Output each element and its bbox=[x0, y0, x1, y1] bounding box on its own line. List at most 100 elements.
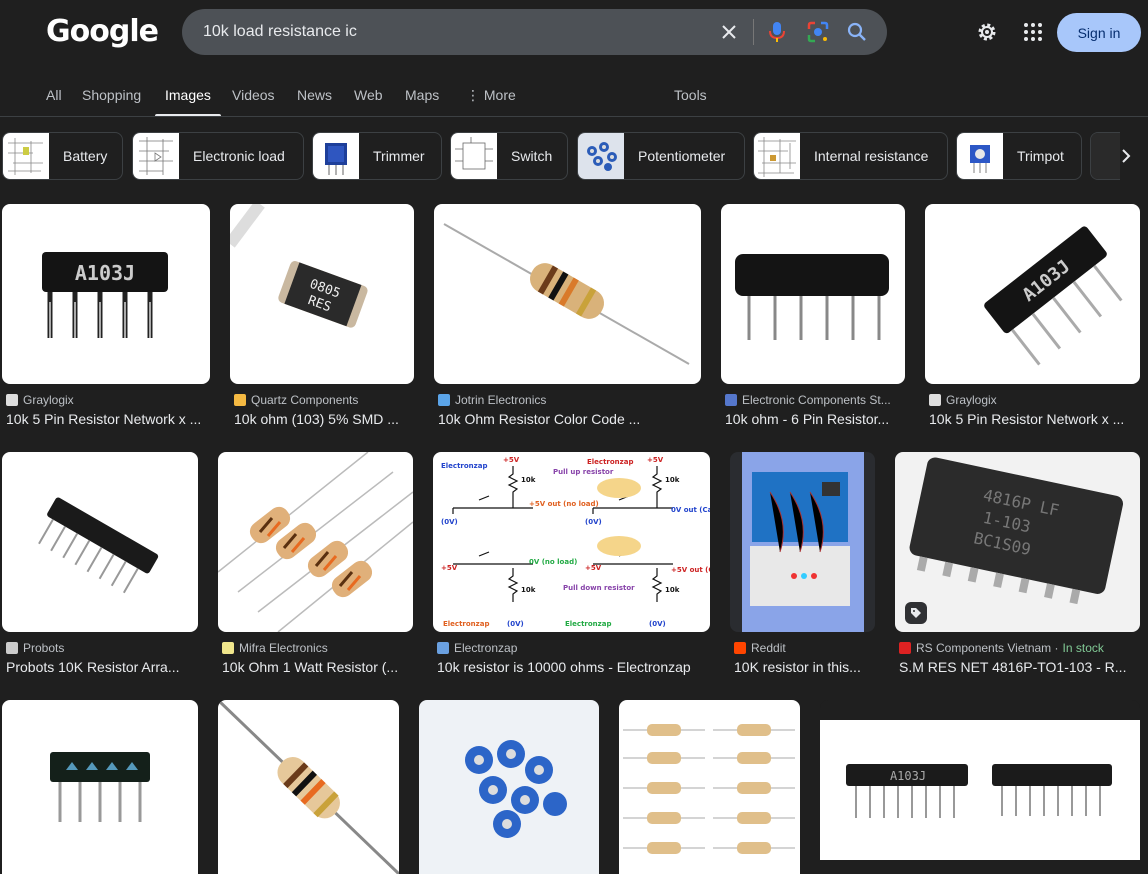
apps-grid-icon[interactable] bbox=[1021, 20, 1045, 44]
chip-potentiometer[interactable]: Potentiometer bbox=[577, 132, 745, 180]
chip-label: Trimmer bbox=[373, 148, 425, 164]
result-source[interactable]: Probots bbox=[6, 641, 198, 655]
circuit-brand-3: Electronzap bbox=[443, 620, 489, 628]
clear-icon[interactable] bbox=[717, 20, 741, 44]
source-favicon bbox=[929, 394, 941, 406]
tab-more[interactable]: ⋮ More bbox=[466, 87, 516, 117]
result-image[interactable]: 4816P LF 1-103 BC1S09 bbox=[895, 452, 1140, 632]
result-source[interactable]: Jotrin Electronics bbox=[438, 393, 701, 407]
result-image[interactable]: A103J bbox=[925, 204, 1140, 384]
result-title[interactable]: 10k 5 Pin Resistor Network x ... bbox=[6, 411, 210, 427]
tab-all[interactable]: All bbox=[46, 87, 62, 117]
source-name: Quartz Components bbox=[251, 393, 359, 407]
chip-label: Potentiometer bbox=[638, 148, 726, 164]
circuit-pullup: Pull up resistor bbox=[553, 468, 614, 476]
result-source[interactable]: Graylogix bbox=[6, 393, 210, 407]
result-image[interactable]: A103J bbox=[2, 204, 210, 384]
chip-switch[interactable]: Switch bbox=[450, 132, 568, 180]
search-box[interactable] bbox=[182, 9, 887, 55]
sip-marking: A103J bbox=[890, 769, 926, 783]
chip-label: Internal resistance bbox=[814, 148, 929, 164]
chip-label: Switch bbox=[511, 148, 553, 164]
result-source[interactable]: Electronzap bbox=[437, 641, 710, 655]
source-favicon bbox=[6, 642, 18, 654]
circuit-5v: +5V bbox=[647, 456, 664, 464]
circuit-5v: +5V bbox=[585, 564, 602, 572]
chip-thumbnail bbox=[133, 133, 179, 179]
chip-battery[interactable]: Battery bbox=[2, 132, 123, 180]
result-title[interactable]: 10k ohm (103) 5% SMD ... bbox=[234, 411, 414, 427]
google-logo[interactable]: Google bbox=[46, 14, 159, 49]
settings-gear-icon[interactable] bbox=[975, 20, 999, 44]
result-image[interactable] bbox=[619, 700, 800, 874]
search-icon[interactable] bbox=[845, 20, 869, 44]
result-title[interactable]: 10k resistor is 10000 ohms - Electronzap bbox=[437, 659, 710, 675]
chip-thumbnail bbox=[578, 133, 624, 179]
circuit-brand-4: Electronzap bbox=[565, 620, 611, 628]
result-image[interactable] bbox=[218, 452, 413, 632]
circuit-10k: 10k bbox=[521, 586, 536, 594]
in-stock-badge: In stock bbox=[1062, 641, 1104, 655]
result-image[interactable] bbox=[721, 204, 905, 384]
result-title[interactable]: Probots 10K Resistor Arra... bbox=[6, 659, 198, 675]
result-image[interactable] bbox=[218, 700, 399, 874]
tab-maps[interactable]: Maps bbox=[405, 87, 439, 117]
result-image[interactable] bbox=[2, 700, 198, 874]
circuit-10k: 10k bbox=[521, 476, 536, 484]
result-image[interactable] bbox=[730, 452, 875, 632]
tabs-divider bbox=[0, 116, 1148, 117]
tools-button[interactable]: Tools bbox=[674, 87, 707, 117]
tab-more-label: More bbox=[483, 87, 516, 103]
result-title[interactable]: S.M RES NET 4816P-TO1-103 - R... bbox=[899, 659, 1140, 675]
result-source[interactable]: Graylogix bbox=[929, 393, 1140, 407]
result-image[interactable]: A103J bbox=[820, 700, 1140, 874]
result-title[interactable]: 10k Ohm Resistor Color Code ... bbox=[438, 411, 701, 427]
result-source[interactable]: Reddit bbox=[734, 641, 875, 655]
circuit-10k: 10k bbox=[665, 586, 680, 594]
chip-trimmer[interactable]: Trimmer bbox=[312, 132, 442, 180]
result-image[interactable] bbox=[2, 452, 198, 632]
result-source[interactable]: Quartz Components bbox=[234, 393, 414, 407]
chip-label: Trimpot bbox=[1017, 148, 1064, 164]
circuit-0v-out: 0V out (Can power a load) bbox=[671, 506, 710, 514]
tab-web[interactable]: Web bbox=[354, 87, 383, 117]
source-name: Jotrin Electronics bbox=[455, 393, 547, 407]
product-tag-icon[interactable] bbox=[905, 602, 927, 624]
search-input[interactable] bbox=[203, 23, 703, 41]
chip-thumbnail bbox=[754, 133, 800, 179]
chip-trimpot[interactable]: Trimpot bbox=[956, 132, 1082, 180]
result-image[interactable] bbox=[434, 204, 701, 384]
source-favicon bbox=[234, 394, 246, 406]
result-source[interactable]: Electronic Components St... bbox=[725, 393, 905, 407]
chip-thumbnail bbox=[957, 133, 1003, 179]
sign-in-button[interactable]: Sign in bbox=[1057, 13, 1141, 52]
tab-news[interactable]: News bbox=[297, 87, 332, 117]
microphone-icon[interactable] bbox=[765, 20, 789, 44]
source-favicon bbox=[222, 642, 234, 654]
tab-images[interactable]: Images bbox=[155, 87, 221, 117]
tab-shopping[interactable]: Shopping bbox=[82, 87, 141, 117]
tab-videos[interactable]: Videos bbox=[232, 87, 275, 117]
source-favicon bbox=[734, 642, 746, 654]
sip-marking: A103J bbox=[75, 261, 135, 285]
lens-icon[interactable] bbox=[806, 20, 830, 44]
result-title[interactable]: 10k 5 Pin Resistor Network x ... bbox=[929, 411, 1140, 427]
circuit-0v: (0V) bbox=[507, 620, 524, 628]
result-image[interactable]: Electronzap Pull up resistor Electronzap… bbox=[433, 452, 710, 632]
result-source[interactable]: RS Components Vietnam · In stock bbox=[899, 641, 1140, 655]
chip-electronic-load[interactable]: Electronic load bbox=[132, 132, 304, 180]
chevron-right-icon[interactable] bbox=[1116, 146, 1136, 166]
chip-internal-resistance[interactable]: Internal resistance bbox=[753, 132, 948, 180]
chip-thumbnail bbox=[451, 133, 497, 179]
result-title[interactable]: 10k Ohm 1 Watt Resistor (... bbox=[222, 659, 413, 675]
circuit-5v-out-power: +5V out (Can power a load) bbox=[671, 566, 710, 574]
result-image[interactable]: 0805 RES bbox=[230, 204, 414, 384]
tab-images-label: Images bbox=[165, 87, 211, 103]
result-title[interactable]: 10K resistor in this... bbox=[734, 659, 875, 675]
source-favicon bbox=[899, 642, 911, 654]
result-source[interactable]: Mifra Electronics bbox=[222, 641, 413, 655]
chip-label: Battery bbox=[63, 148, 108, 164]
circuit-0v-noload: 0V (no load) bbox=[529, 558, 577, 566]
result-title[interactable]: 10k ohm - 6 Pin Resistor... bbox=[725, 411, 905, 427]
result-image[interactable] bbox=[419, 700, 599, 874]
